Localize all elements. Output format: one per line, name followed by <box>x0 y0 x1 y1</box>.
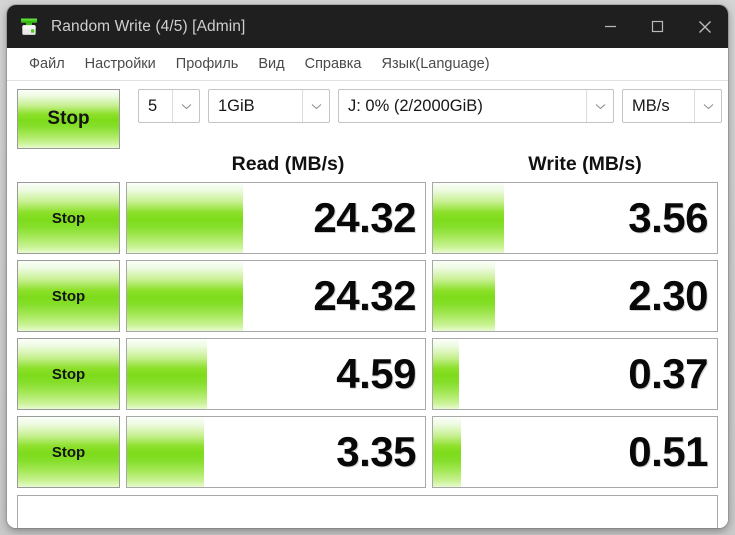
read-score: 24.32 <box>313 194 416 241</box>
read-gauge-fill <box>127 183 244 253</box>
minimize-icon[interactable] <box>587 5 634 48</box>
desktop-background: Random Write (4/5) [Admin] Файл Настройк… <box>0 0 735 535</box>
table-row: Stop 3.35 0.51 <box>17 416 718 488</box>
comment-box[interactable] <box>17 495 718 528</box>
results-table: Stop 24.32 3.56 Stop 24.32 2.30 Stop 4.5… <box>17 181 718 488</box>
read-gauge[interactable]: 4.59 <box>126 338 426 410</box>
unit-dropdown[interactable]: MB/s <box>622 89 722 123</box>
read-gauge[interactable]: 24.32 <box>126 182 426 254</box>
write-score: 0.51 <box>628 428 708 475</box>
write-gauge-fill <box>433 183 504 253</box>
target-drive-value: J: 0% (2/2000GiB) <box>348 96 483 115</box>
test-count-value: 5 <box>148 96 158 115</box>
read-score: 4.59 <box>336 350 416 397</box>
read-score: 3.35 <box>336 428 416 475</box>
window-title: Random Write (4/5) [Admin] <box>51 17 246 35</box>
maximize-icon[interactable] <box>634 5 681 48</box>
write-gauge-fill <box>433 261 496 331</box>
write-score: 3.56 <box>628 194 708 241</box>
title-bar: Random Write (4/5) [Admin] <box>7 5 728 48</box>
main-stop-button[interactable]: Stop <box>17 89 120 149</box>
row-stop-button[interactable]: Stop <box>17 182 120 254</box>
write-gauge[interactable]: 0.37 <box>432 338 718 410</box>
test-size-dropdown[interactable]: 1GiB <box>208 89 330 123</box>
write-gauge-fill <box>433 339 459 409</box>
write-column-header: Write (MB/s) <box>528 153 642 175</box>
row-stop-button[interactable]: Stop <box>17 416 120 488</box>
unit-value: MB/s <box>632 96 670 115</box>
test-size-value: 1GiB <box>218 96 255 115</box>
read-gauge-fill <box>127 339 208 409</box>
main-content: Stop 5 1GiB J: 0% (2/2000GiB) MB/s Read … <box>7 81 728 528</box>
toolbar-combos: 5 1GiB J: 0% (2/2000GiB) MB/s <box>138 89 722 123</box>
write-score: 2.30 <box>628 272 708 319</box>
target-drive-dropdown[interactable]: J: 0% (2/2000GiB) <box>338 89 614 123</box>
table-row: Stop 24.32 2.30 <box>17 260 718 332</box>
menu-item-settings[interactable]: Настройки <box>75 53 166 75</box>
application-window: Random Write (4/5) [Admin] Файл Настройк… <box>7 5 728 528</box>
chevron-down-icon <box>302 90 329 122</box>
menu-item-profile[interactable]: Профиль <box>166 53 249 75</box>
menu-item-help[interactable]: Справка <box>295 53 372 75</box>
crystaldiskmark-icon <box>18 16 40 38</box>
row-stop-button[interactable]: Stop <box>17 260 120 332</box>
toolbar: Stop 5 1GiB J: 0% (2/2000GiB) MB/s <box>17 89 722 153</box>
write-gauge-fill <box>433 417 462 487</box>
test-count-dropdown[interactable]: 5 <box>138 89 200 123</box>
table-row: Stop 24.32 3.56 <box>17 182 718 254</box>
menu-item-file[interactable]: Файл <box>19 53 75 75</box>
menu-bar: Файл Настройки Профиль Вид Справка Язык(… <box>7 48 728 81</box>
menu-item-language[interactable]: Язык(Language) <box>372 53 500 75</box>
read-gauge-fill <box>127 261 244 331</box>
chevron-down-icon <box>172 90 199 122</box>
chevron-down-icon <box>586 90 613 122</box>
write-gauge[interactable]: 3.56 <box>432 182 718 254</box>
read-gauge[interactable]: 24.32 <box>126 260 426 332</box>
write-gauge[interactable]: 2.30 <box>432 260 718 332</box>
read-gauge-fill <box>127 417 205 487</box>
close-icon[interactable] <box>681 5 728 48</box>
write-gauge[interactable]: 0.51 <box>432 416 718 488</box>
window-controls <box>587 5 728 48</box>
chevron-down-icon <box>694 90 721 122</box>
column-headers: Read (MB/s) Write (MB/s) <box>17 153 718 181</box>
read-score: 24.32 <box>313 272 416 319</box>
row-stop-button[interactable]: Stop <box>17 338 120 410</box>
read-gauge[interactable]: 3.35 <box>126 416 426 488</box>
table-row: Stop 4.59 0.37 <box>17 338 718 410</box>
read-column-header: Read (MB/s) <box>231 153 345 175</box>
menu-item-view[interactable]: Вид <box>248 53 294 75</box>
write-score: 0.37 <box>628 350 708 397</box>
